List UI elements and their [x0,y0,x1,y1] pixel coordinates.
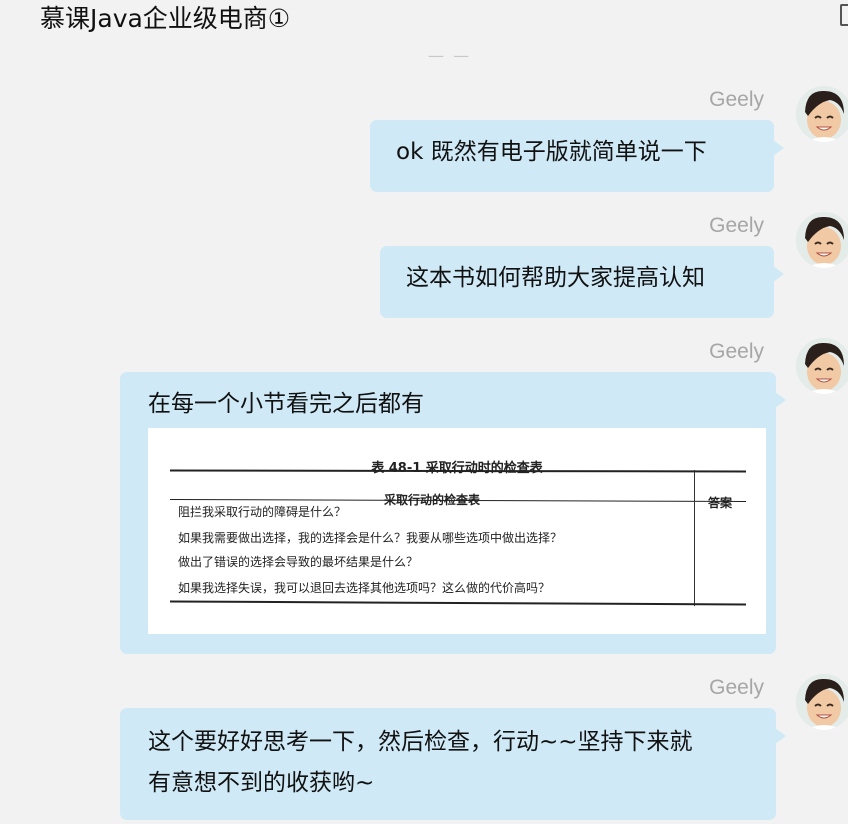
avatar[interactable] [796,86,848,142]
message-text: 在每一个小节看完之后都有 [148,391,424,417]
message-text: ok 既然有电子版就简单说一下 [396,139,707,165]
message-bubble[interactable]: ok 既然有电子版就简单说一下 [370,120,784,192]
scroll-separator: — — [428,54,484,62]
message-text: 这个要好好思考一下，然后检查，行动~~坚持下来就 有意想不到的收获哟~ [148,729,693,796]
message-bubble[interactable]: 这个要好好思考一下，然后检查，行动~~坚持下来就 有意想不到的收获哟~ [120,708,786,820]
avatar[interactable] [796,338,848,394]
table-header-answer: 答案 [708,496,733,510]
message-bubble[interactable]: 这本书如何帮助大家提高认知 [380,246,784,318]
chat-title: 慕课Java企业级电商① [40,4,291,33]
table-column-divider [694,470,695,606]
table-row: 做出了错误的选择会导致的最坏结果是什么？ [178,555,419,569]
sender-name: Geely [709,340,764,363]
sender-name: Geely [709,88,764,111]
message-bubble[interactable]: 在每一个小节看完之后都有 表 48-1 采取行动时的检查表 采取行动的检查表 答… [120,372,786,654]
table-row: 如果我选择失误，我可以退回去选择其他选项吗？这么做的代价高吗？ [178,581,551,595]
sender-name: Geely [709,676,764,699]
avatar[interactable] [796,212,848,268]
message-text: 这本书如何帮助大家提高认知 [406,265,705,291]
attached-image[interactable]: 表 48-1 采取行动时的检查表 采取行动的检查表 答案 阻拦我采取行动的障碍是… [148,428,766,634]
table-bottom-rule [169,600,747,606]
table-row: 如果我需要做出选择，我的选择会是什么？我要从哪些选项中做出选择？ [178,531,563,545]
sender-name: Geely [709,214,764,237]
window-edge-icon[interactable] [840,4,848,26]
table-row: 阻拦我采取行动的障碍是什么？ [178,505,347,519]
avatar[interactable] [796,674,848,730]
